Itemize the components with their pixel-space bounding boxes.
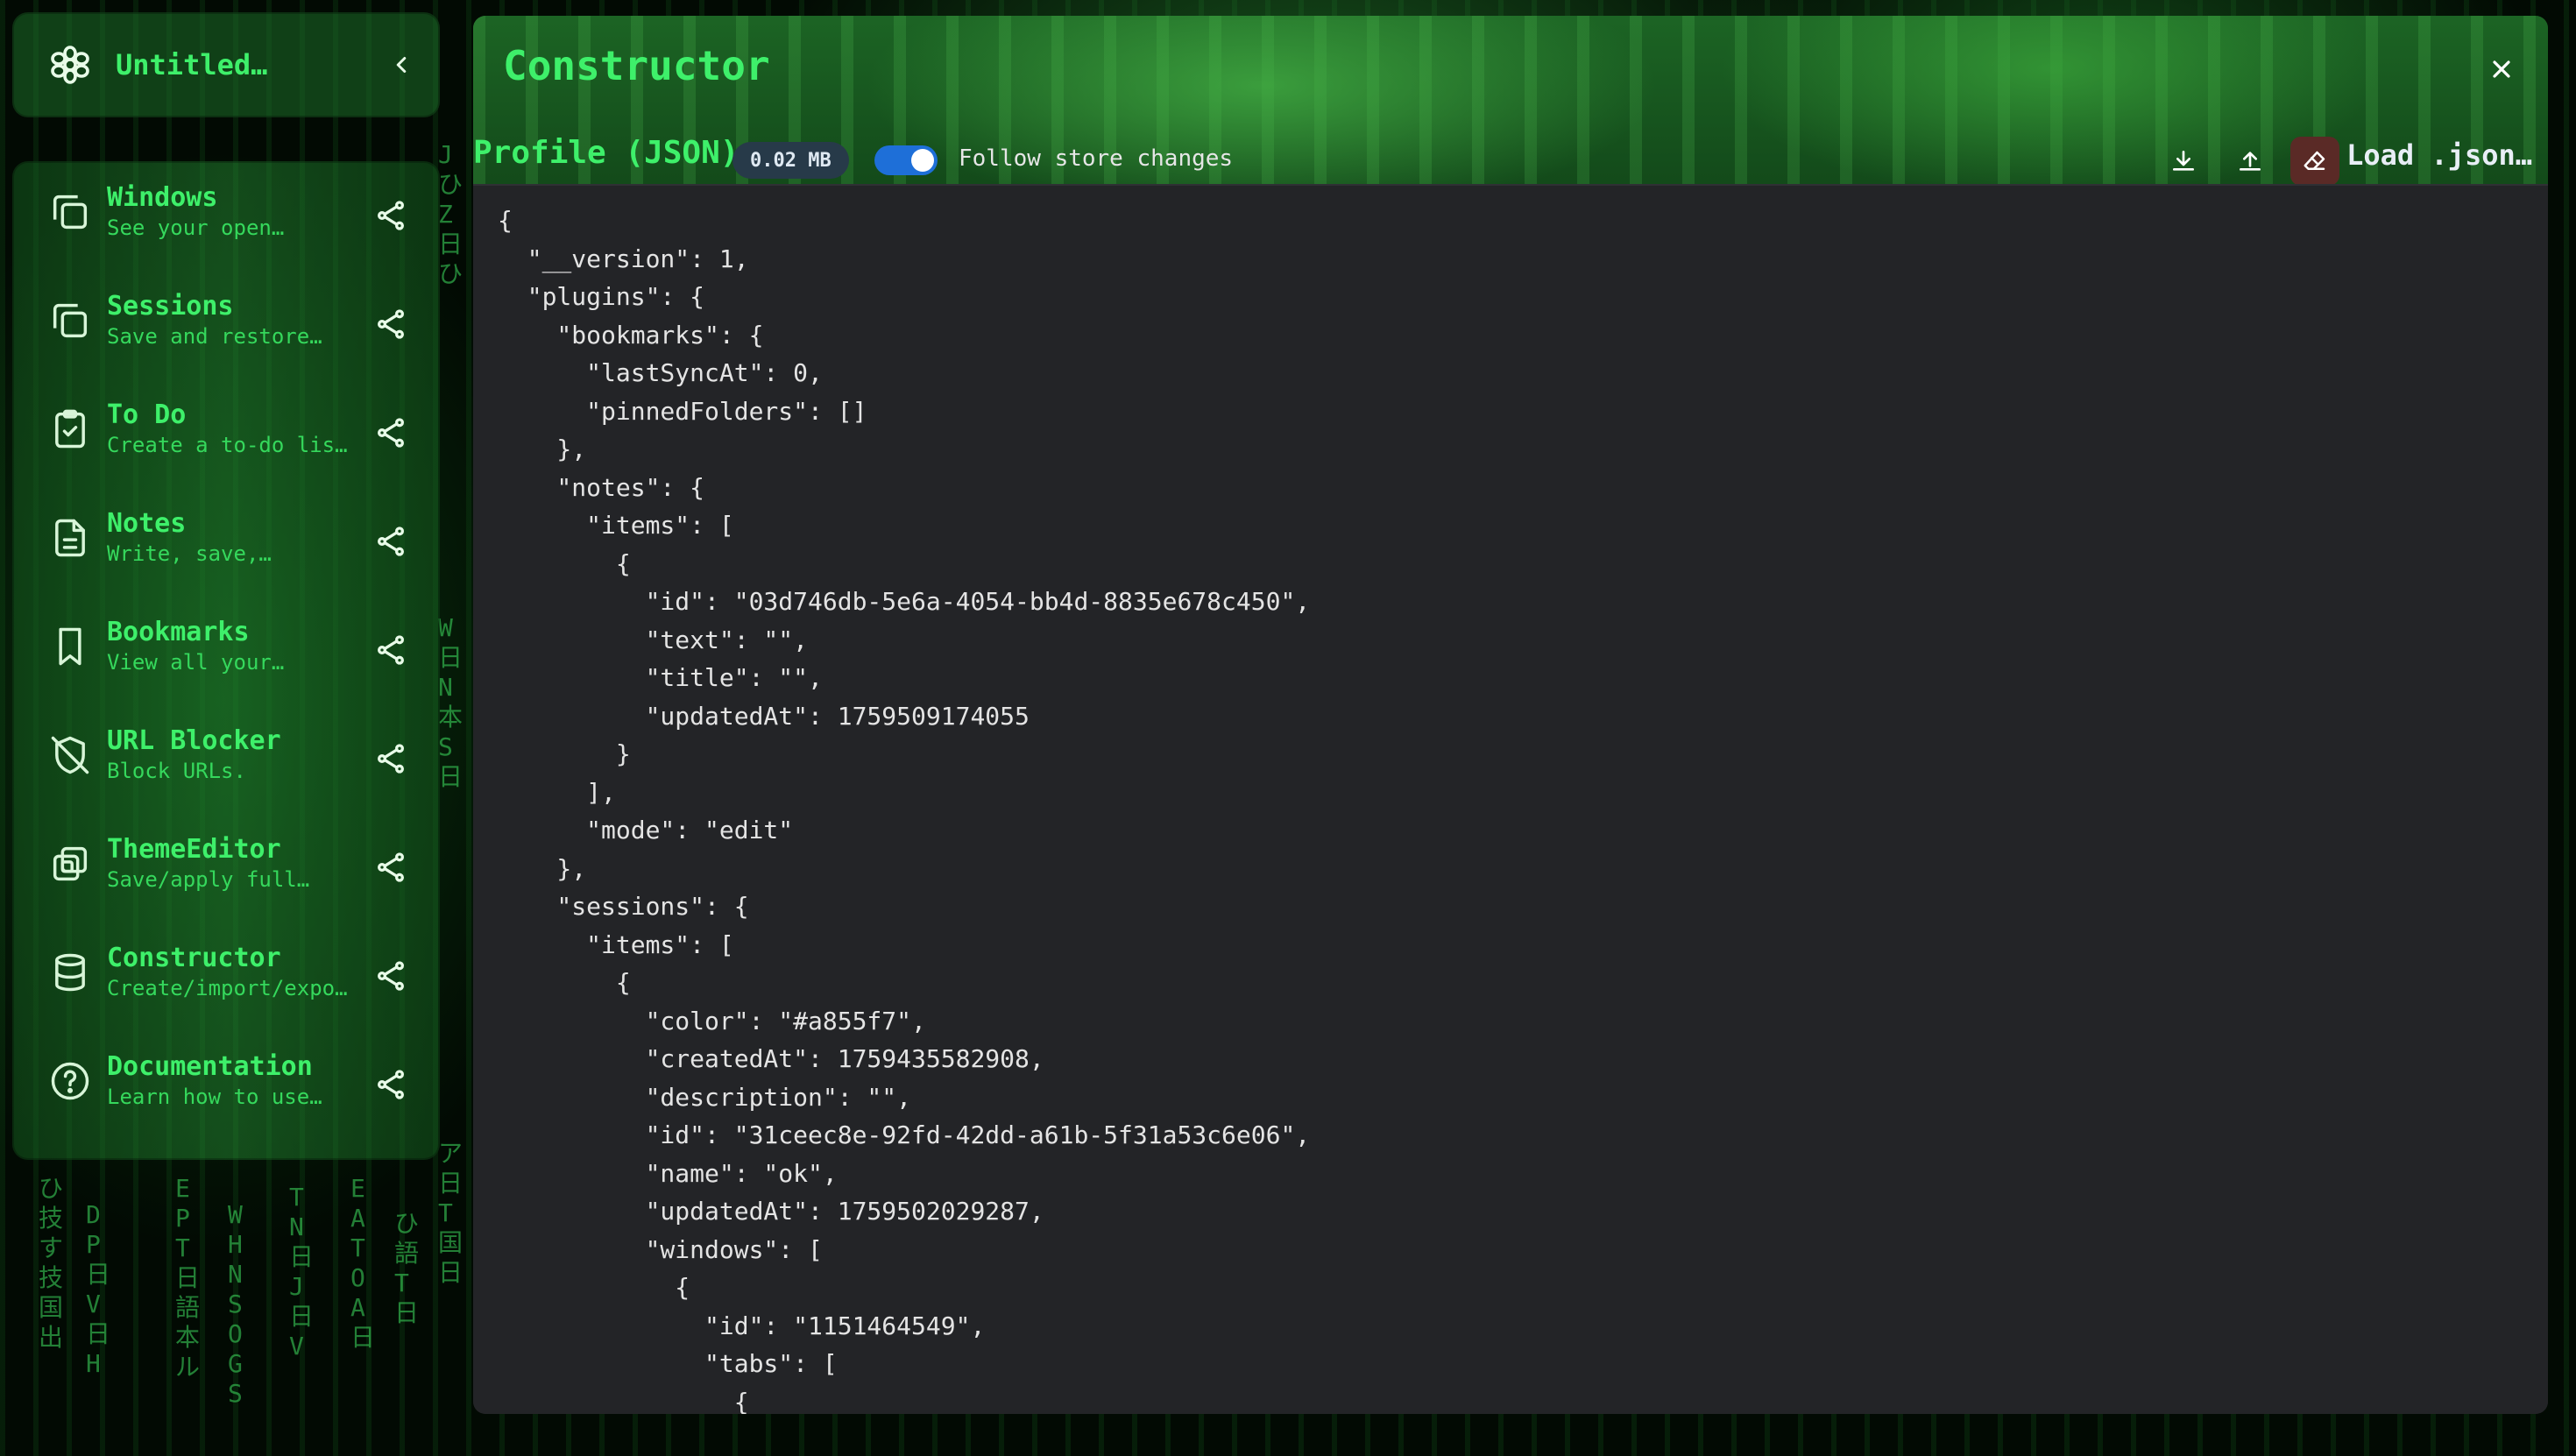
share-icon[interactable] [373,307,408,342]
sidebar-item-windows[interactable]: Windows See your open… [12,161,440,270]
share-icon[interactable] [373,741,408,776]
bookmark-icon [59,627,81,666]
close-window-button[interactable] [2480,47,2523,91]
matrix-glyph-column: ア日T国日 [438,1139,464,1287]
matrix-glyph-column: ひ技す技国出 [39,1174,64,1352]
upload-button[interactable] [2226,137,2275,186]
sidebar-item-description: Save/apply full… [107,867,310,892]
clipboard-check-icon [55,409,85,449]
matrix-glyph-column: TN日J日V [289,1183,315,1361]
matrix-glyph-column: EPT日語本ル [175,1174,201,1382]
sidebar-item-name: Sessions [107,291,234,322]
matrix-glyph-column: ひ語T日 [394,1209,420,1327]
sessions-icon [53,303,88,338]
share-icon[interactable] [373,850,408,885]
constructor-window: Constructor Profile (JSON) 0.02 MB Follo… [473,16,2548,1414]
sidebar-header: Untitled… [12,12,440,117]
json-editor[interactable]: { "__version": 1, "plugins": { "bookmark… [473,184,2548,1414]
file-text-icon [55,519,85,557]
sidebar-item-name: Notes [107,508,187,539]
sidebar-item-todo[interactable]: To Do Create a to-do lis… [12,378,440,487]
share-icon[interactable] [373,958,408,993]
toggle-knob [911,149,934,172]
sidebar-item-description: See your open… [107,216,285,240]
sidebar-item-description: Write, save,… [107,541,272,566]
matrix-glyph-column: JひZ日ひ [438,140,464,288]
flower-logo-icon[interactable] [49,44,91,86]
sidebar-item-name: URL Blocker [107,725,281,756]
follow-store-label: Follow store changes [959,145,1234,172]
sidebar-item-theme-editor[interactable]: ThemeEditor Save/apply full… [12,813,440,922]
database-icon [55,953,85,992]
clear-profile-button[interactable] [2290,137,2339,186]
sidebar-item-constructor[interactable]: Constructor Create/import/expo… [12,922,440,1030]
matrix-glyph-column: EATOA日 [350,1174,376,1352]
load-json-button[interactable]: Load .json… [2346,138,2532,172]
sidebar-item-description: View all your… [107,650,285,675]
sidebar-item-name: Bookmarks [107,617,250,647]
matrix-glyph-column: WHNSOGS [228,1200,243,1408]
sidebar-plugin-list: Windows See your open… Sessions Save and… [12,161,440,1160]
sidebar-item-name: ThemeEditor [107,834,281,865]
sidebar-item-name: To Do [107,399,187,430]
windows-icon [53,194,88,230]
eraser-icon [2304,151,2325,170]
share-icon[interactable] [373,198,408,233]
workspace-title[interactable]: Untitled… [116,48,380,81]
sidebar-item-name: Windows [107,182,218,213]
sidebar-item-notes[interactable]: Notes Write, save,… [12,487,440,596]
sidebar-item-description: Save and restore… [107,324,322,349]
help-circle-icon [51,1062,89,1100]
sidebar-item-name: Documentation [107,1051,313,1082]
collapse-sidebar-button[interactable] [380,44,422,86]
share-icon[interactable] [373,524,408,559]
profile-json-label: Profile (JSON) [473,135,740,171]
theme-copy-icon [53,846,88,881]
matrix-glyph-column: DP日V日H [86,1200,111,1378]
json-code-content: { "__version": 1, "plugins": { "bookmark… [498,206,1311,1414]
sidebar-item-sessions[interactable]: Sessions Save and restore… [12,270,440,378]
window-title: Constructor [503,42,770,89]
chevron-left-icon [396,57,407,73]
shield-off-icon [51,736,89,774]
share-icon[interactable] [373,415,408,450]
download-button[interactable] [2159,137,2208,186]
follow-store-toggle[interactable] [874,145,938,175]
sidebar-item-description: Create a to-do lis… [107,433,348,457]
sidebar-item-documentation[interactable]: Documentation Learn how to use… [12,1030,440,1139]
close-icon [2493,60,2510,78]
sidebar-item-description: Create/import/expo… [107,976,348,1000]
sidebar-item-name: Constructor [107,943,281,973]
sidebar-item-bookmarks[interactable]: Bookmarks View all your… [12,596,440,704]
sidebar-item-description: Block URLs. [107,759,246,783]
download-icon [2173,151,2194,171]
upload-icon [2240,152,2261,171]
sidebar-item-description: Learn how to use… [107,1085,322,1109]
profile-size-badge: 0.02 MB [732,142,849,179]
sidebar-item-url-blocker[interactable]: URL Blocker Block URLs. [12,704,440,813]
share-icon[interactable] [373,1067,408,1102]
matrix-glyph-column: W日N本S日 [438,613,464,791]
share-icon[interactable] [373,633,408,668]
